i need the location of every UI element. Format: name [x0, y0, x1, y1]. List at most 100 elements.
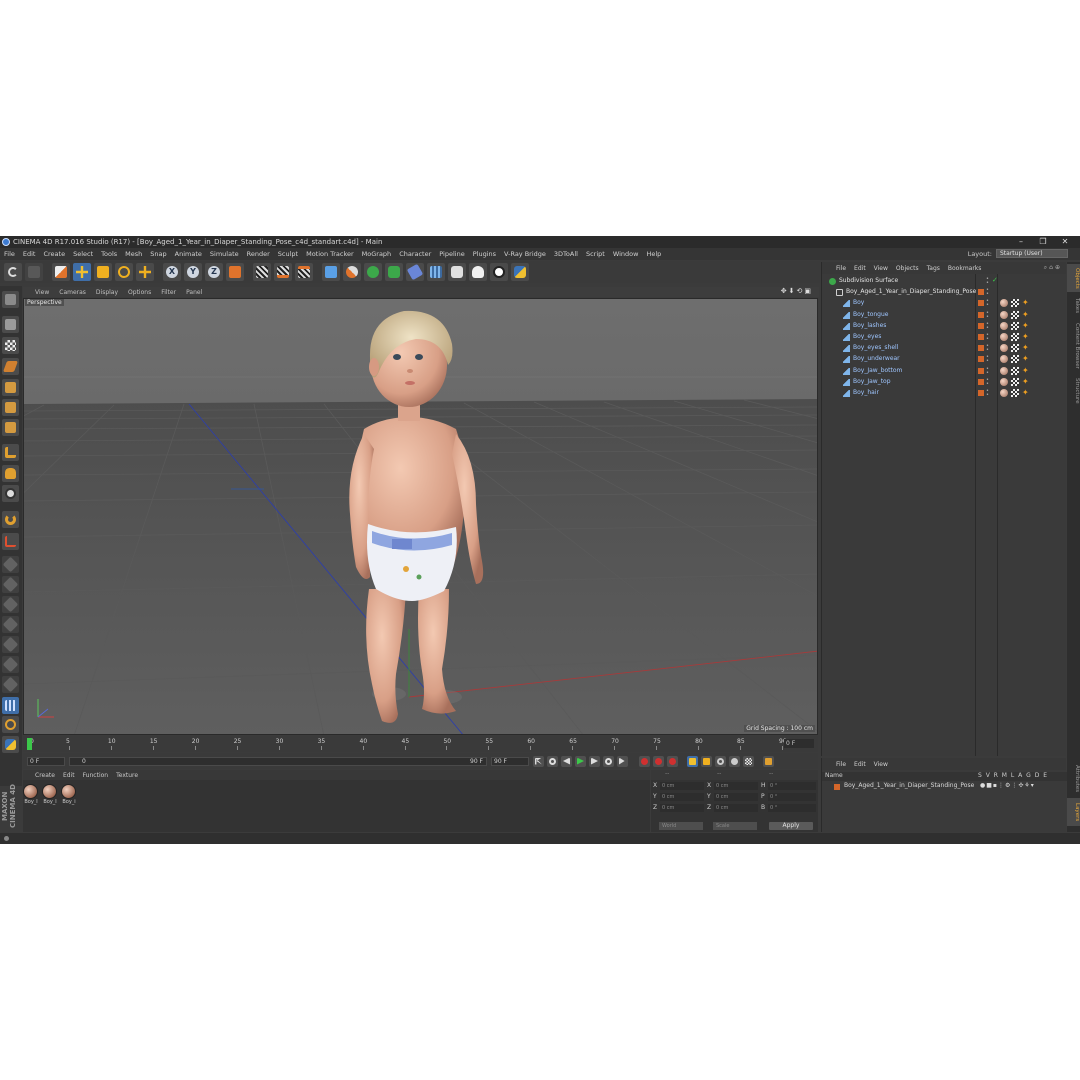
- layer-menu-view[interactable]: View: [874, 761, 888, 768]
- rotate-tool-button[interactable]: [115, 263, 133, 281]
- viewport-menu-options[interactable]: Options: [128, 289, 151, 296]
- key-parameter-button[interactable]: [729, 755, 740, 767]
- size-y-field[interactable]: 0 cm: [714, 793, 758, 801]
- pen-spline-button[interactable]: [343, 263, 361, 281]
- visibility-dots[interactable]: • •: [986, 389, 989, 398]
- array-button[interactable]: [385, 263, 403, 281]
- y-axis-button[interactable]: Y: [184, 263, 202, 281]
- material-tag-icon[interactable]: [1000, 377, 1008, 386]
- layer-color-swatch[interactable]: [978, 345, 984, 352]
- objects-menu-edit[interactable]: Edit: [854, 265, 866, 272]
- material-menu-edit[interactable]: Edit: [63, 772, 75, 779]
- timeline-ruler[interactable]: 051015202530354045505560657075808590 0 F: [23, 736, 818, 752]
- playhead[interactable]: [27, 738, 32, 750]
- menu-create[interactable]: Create: [43, 250, 65, 258]
- recent-tools-button[interactable]: [136, 263, 154, 281]
- material-tag-icon[interactable]: [1000, 389, 1008, 397]
- layout-dropdown[interactable]: Startup (User): [996, 249, 1068, 258]
- polygons-mode-button[interactable]: [2, 419, 19, 436]
- object-row[interactable]: Boy • • ✦: [822, 298, 1067, 309]
- menu-vray-bridge[interactable]: V-Ray Bridge: [504, 250, 546, 258]
- tab-objects[interactable]: Objects: [1067, 264, 1080, 292]
- material-tag-icon[interactable]: [1000, 366, 1008, 375]
- phong-tag-icon[interactable]: ✦: [1022, 321, 1029, 330]
- layer-color-swatch[interactable]: [978, 390, 984, 396]
- visibility-dots[interactable]: • •: [986, 321, 989, 330]
- objects-menu-view[interactable]: View: [874, 265, 888, 272]
- record-button[interactable]: [639, 755, 650, 767]
- camera-button[interactable]: [448, 263, 466, 281]
- next-key-button[interactable]: [603, 755, 614, 767]
- object-row[interactable]: Boy_lashes • • ✦: [822, 321, 1067, 332]
- grid-tool-button[interactable]: [2, 697, 19, 714]
- redo-button[interactable]: [25, 263, 43, 281]
- menu-plugins[interactable]: Plugins: [473, 250, 496, 258]
- object-row[interactable]: Boy_tongue • • ✦: [822, 310, 1067, 321]
- object-row[interactable]: Boy_underwear • • ✦: [822, 354, 1067, 365]
- uvw-tag-icon[interactable]: [1011, 389, 1019, 397]
- enabled-check-icon[interactable]: ✓: [992, 276, 998, 284]
- visibility-dots[interactable]: • •: [986, 333, 989, 342]
- menu-tools[interactable]: Tools: [101, 250, 117, 258]
- solo-button[interactable]: [2, 485, 19, 502]
- key-pla-button[interactable]: [743, 755, 754, 767]
- tweak-mode-button[interactable]: [2, 465, 19, 482]
- uvw-tag-icon[interactable]: [1011, 366, 1019, 375]
- phong-tag-icon[interactable]: ✦: [1022, 366, 1029, 375]
- layer-menu-edit[interactable]: Edit: [854, 761, 866, 768]
- layer-menu-file[interactable]: File: [836, 761, 846, 768]
- scene-button[interactable]: [490, 263, 508, 281]
- subdivision-button[interactable]: [364, 263, 382, 281]
- menu-sculpt[interactable]: Sculpt: [278, 250, 298, 258]
- viewport-nav-icons[interactable]: ✥⬇⟲▣: [781, 287, 813, 295]
- floor-button[interactable]: [427, 263, 445, 281]
- coordinate-mode-dropdown[interactable]: World: [659, 822, 703, 830]
- goto-start-button[interactable]: [533, 755, 544, 767]
- uvw-tag-icon[interactable]: [1011, 377, 1019, 386]
- workplane-button[interactable]: [2, 533, 19, 550]
- objects-menu-file[interactable]: File: [836, 265, 846, 272]
- material-tag-icon[interactable]: [1000, 310, 1008, 319]
- material-menu-texture[interactable]: Texture: [116, 772, 138, 779]
- timeline-button[interactable]: [763, 755, 774, 767]
- pos-x-field[interactable]: 0 cm: [660, 782, 704, 790]
- menu-select[interactable]: Select: [73, 250, 93, 258]
- minimize-button[interactable]: –: [1010, 236, 1032, 248]
- phong-tag-icon[interactable]: ✦: [1022, 310, 1029, 319]
- material-swatch[interactable]: Boy_i: [61, 784, 77, 805]
- visibility-dots[interactable]: • •: [986, 355, 989, 364]
- visibility-dots[interactable]: • •: [986, 288, 989, 297]
- live-selection-button[interactable]: [52, 263, 70, 281]
- visibility-dots[interactable]: • •: [986, 299, 989, 308]
- size-z-field[interactable]: 0 cm: [714, 804, 758, 812]
- object-row[interactable]: Boy_eyes • • ✦: [822, 332, 1067, 343]
- tab-layers[interactable]: Layers: [1067, 798, 1080, 826]
- uvw-tag-icon[interactable]: [1011, 310, 1019, 319]
- rot-h-field[interactable]: 0 °: [768, 782, 816, 790]
- visibility-dots[interactable]: • •: [986, 344, 989, 353]
- menu-simulate[interactable]: Simulate: [210, 250, 239, 258]
- menu-snap[interactable]: Snap: [150, 250, 166, 258]
- uvw-tag-icon[interactable]: [1011, 299, 1019, 308]
- menu-3dtoall[interactable]: 3DToAll: [554, 250, 578, 258]
- layer-flag-icons[interactable]: ●■▪⋮⚙⋮✣⚘▾: [980, 782, 1035, 789]
- layer-color-swatch[interactable]: [978, 300, 984, 307]
- material-tag-icon[interactable]: [1000, 299, 1008, 308]
- material-tag-icon[interactable]: [1000, 355, 1008, 364]
- snap-button[interactable]: [2, 511, 19, 528]
- tool-button-2[interactable]: [2, 576, 19, 593]
- tab-structure[interactable]: Structure: [1067, 374, 1080, 408]
- object-row[interactable]: Boy_Aged_1_Year_in_Diaper_Standing_Pose •…: [822, 287, 1067, 298]
- viewport-menu-view[interactable]: View: [35, 289, 49, 296]
- object-row[interactable]: Boy_eyes_shell • • ✦: [822, 343, 1067, 354]
- menu-script[interactable]: Script: [586, 250, 605, 258]
- viewport-menu-display[interactable]: Display: [96, 289, 118, 296]
- python-button[interactable]: [511, 263, 529, 281]
- tool-button-4[interactable]: [2, 616, 19, 633]
- object-row[interactable]: Boy_hair • • ✦: [822, 388, 1067, 399]
- render-settings-button[interactable]: [295, 263, 313, 281]
- tool-button-1[interactable]: [2, 556, 19, 573]
- menu-character[interactable]: Character: [399, 250, 431, 258]
- phong-tag-icon[interactable]: ✦: [1022, 332, 1029, 341]
- scale-tool-button[interactable]: [94, 263, 112, 281]
